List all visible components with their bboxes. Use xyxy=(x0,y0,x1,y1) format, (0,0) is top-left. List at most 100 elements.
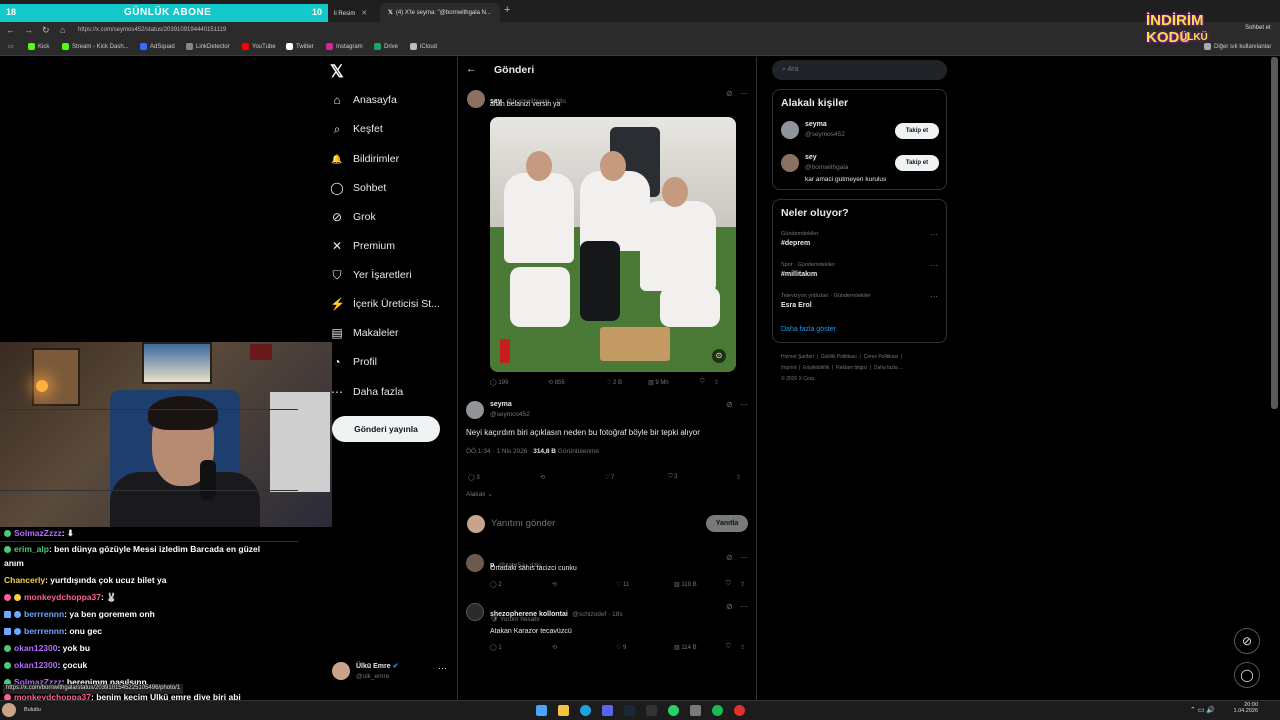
spotify-icon[interactable] xyxy=(712,705,723,716)
new-tab-button[interactable]: + xyxy=(504,4,510,16)
person-handle[interactable]: @seymos452 xyxy=(805,131,845,138)
sort-dropdown[interactable]: Alakalı ⌄ xyxy=(466,490,493,498)
like-action[interactable]: ♡ 9 xyxy=(616,644,674,651)
person-name[interactable]: seyma xyxy=(805,121,827,128)
grok-float-icon[interactable]: ⊘ xyxy=(1234,628,1260,654)
person-name[interactable]: sey xyxy=(805,154,817,161)
back-arrow-icon[interactable]: ← xyxy=(466,63,477,75)
avatar[interactable] xyxy=(781,121,799,139)
tweet-photo[interactable]: ⊙ xyxy=(490,117,736,372)
sidebar-item-grok[interactable]: ⊘ Grok xyxy=(330,207,376,227)
repost-action[interactable]: ⟲ xyxy=(540,474,604,481)
close-tab-icon[interactable]: ✕ xyxy=(361,10,367,17)
bookmark-linkdetector[interactable]: LinkDetector xyxy=(186,43,230,50)
bookmark-drive[interactable]: Drive xyxy=(374,43,398,50)
follow-button[interactable]: Takip et xyxy=(895,155,939,171)
footer-link[interactable]: Gizlilik Politikası xyxy=(821,354,857,360)
avatar[interactable] xyxy=(466,603,484,621)
sidebar-item-notifications[interactable]: 🔔 Bildirimler xyxy=(330,149,399,169)
person-handle[interactable]: @bornwithgala xyxy=(805,164,848,171)
share-action[interactable]: ⇪ xyxy=(736,474,741,481)
sidebar-item-creator-studio[interactable]: ⚡ İçerik Üreticisi St... xyxy=(330,294,440,314)
trend-name[interactable]: #deprem xyxy=(781,240,810,247)
sidebar-item-premium[interactable]: ✕ Premium xyxy=(330,236,395,256)
bookmark-twitter[interactable]: Twitter xyxy=(286,43,314,50)
avatar[interactable] xyxy=(466,554,484,572)
more-icon[interactable]: ⋯ xyxy=(740,553,748,562)
bookmarks-icon[interactable]: ▭ xyxy=(8,43,14,50)
chat-with-button[interactable]: Sohbet et xyxy=(1245,25,1271,31)
share-action[interactable]: ⇪ xyxy=(740,644,745,651)
file-explorer-icon[interactable] xyxy=(558,705,569,716)
app-icon[interactable] xyxy=(690,705,701,716)
sidebar-item-profile[interactable]: ◔ Profil xyxy=(330,352,377,372)
footer-link[interactable]: Çerez Politikası xyxy=(864,354,899,360)
footer-link[interactable]: Erişilebilirlik xyxy=(803,365,829,371)
more-icon[interactable]: ⋯ xyxy=(740,400,748,409)
avatar[interactable] xyxy=(467,90,485,108)
author-handle[interactable]: @schizodef · 18s xyxy=(572,611,622,618)
back-icon[interactable]: ← xyxy=(6,25,15,35)
repost-action[interactable]: ⟲ xyxy=(552,644,616,651)
grok-icon[interactable]: ⊘ xyxy=(726,400,733,409)
show-more-link[interactable]: Daha fazla göster xyxy=(781,326,836,333)
steam-icon[interactable] xyxy=(624,705,635,716)
sidebar-item-more[interactable]: ⋯ Daha fazla xyxy=(330,382,403,402)
share-action[interactable]: ⇪ xyxy=(740,581,745,588)
url-input[interactable]: https://x.com/seymos452/status/203910919… xyxy=(78,25,1128,36)
bookmark-youtube[interactable]: YouTube xyxy=(242,43,276,50)
sidebar-item-explore[interactable]: ⌕ Keşfet xyxy=(330,119,383,139)
trend-name[interactable]: #millitakım xyxy=(781,271,817,278)
home-icon[interactable]: ⌂ xyxy=(60,25,65,35)
obs-icon[interactable] xyxy=(734,705,745,716)
bookmark-instagram[interactable]: Instagram xyxy=(326,43,363,50)
avatar[interactable] xyxy=(781,154,799,172)
like-action[interactable]: ♡ 2 B xyxy=(606,379,648,386)
messages-float-icon[interactable]: ◯ xyxy=(1234,662,1260,688)
post-button[interactable]: Gönderi yayınla xyxy=(332,416,440,442)
more-icon[interactable]: ⋯ xyxy=(930,230,938,239)
more-icon[interactable]: ⋯ xyxy=(740,89,748,98)
views-action[interactable]: ▥ 119 B xyxy=(674,581,726,588)
footer-link[interactable]: Hizmet Şartları xyxy=(781,354,814,360)
account-switcher[interactable]: Ülkü Emre ✔ @ulk_emre ⋯ xyxy=(332,660,452,684)
footer-link[interactable]: Imprint xyxy=(781,365,796,371)
reply-action[interactable]: ◯ 199 xyxy=(490,379,548,386)
footer-link[interactable]: Daha fazla ... xyxy=(874,365,903,371)
footer-link[interactable]: Reklam bilgisi xyxy=(836,365,867,371)
author-handle[interactable]: @seymos452 xyxy=(490,411,530,418)
tray-icons[interactable]: ⌃ ▭ 🔊 xyxy=(1190,706,1215,714)
more-icon[interactable]: ⋯ xyxy=(930,261,938,270)
bookmark-icloud[interactable]: iCloud xyxy=(410,43,437,50)
bookmark-kick[interactable]: Kick xyxy=(28,43,49,50)
weather-icon[interactable] xyxy=(2,703,16,717)
discord-icon[interactable] xyxy=(602,705,613,716)
bookmark-action[interactable]: ⛉ xyxy=(726,581,740,588)
grok-image-icon[interactable]: ⊙ xyxy=(712,349,726,363)
sidebar-item-chat[interactable]: ◯ Sohbet xyxy=(330,178,386,198)
scrollbar[interactable] xyxy=(1271,57,1278,409)
bookmark-kick-dashboard[interactable]: Stream - Kick Dash... xyxy=(62,43,129,50)
more-icon[interactable]: ⋯ xyxy=(740,602,748,611)
bookmark-action[interactable]: ⛉ 3 xyxy=(668,474,736,481)
repost-action[interactable]: ⟲ 856 xyxy=(548,379,606,386)
sidebar-item-home[interactable]: ⌂ Anasayfa xyxy=(330,90,396,110)
like-action[interactable]: ♡ 11 xyxy=(616,581,674,588)
reload-icon[interactable]: ↻ xyxy=(42,25,50,36)
x-logo-icon[interactable]: 𝕏 xyxy=(330,62,344,82)
bookmark-action[interactable]: ⛉ xyxy=(700,379,714,386)
reply-input[interactable]: Yanıtını gönder xyxy=(491,518,555,529)
reply-action[interactable]: ◯ 1 xyxy=(490,644,552,651)
grok-icon[interactable]: ⊘ xyxy=(726,553,733,562)
app-icon[interactable] xyxy=(646,705,657,716)
reply-button[interactable]: Yanıtla xyxy=(706,515,748,532)
share-action[interactable]: ⇪ xyxy=(714,379,719,386)
author-name[interactable]: seyma xyxy=(490,401,512,408)
sidebar-item-articles[interactable]: ▤ Makaleler xyxy=(330,323,398,343)
grok-icon[interactable]: ⊘ xyxy=(726,602,733,611)
views-action[interactable]: ▥ 114 B xyxy=(674,644,726,651)
edge-icon[interactable] xyxy=(580,705,591,716)
browser-tab-active[interactable]: 𝕏 (4) X'te seyma: "@bornwithgala N... xyxy=(380,3,500,22)
sidebar-item-bookmarks[interactable]: ⛉ Yer İşaretleri xyxy=(330,265,411,285)
windows-start-icon[interactable] xyxy=(536,705,547,716)
